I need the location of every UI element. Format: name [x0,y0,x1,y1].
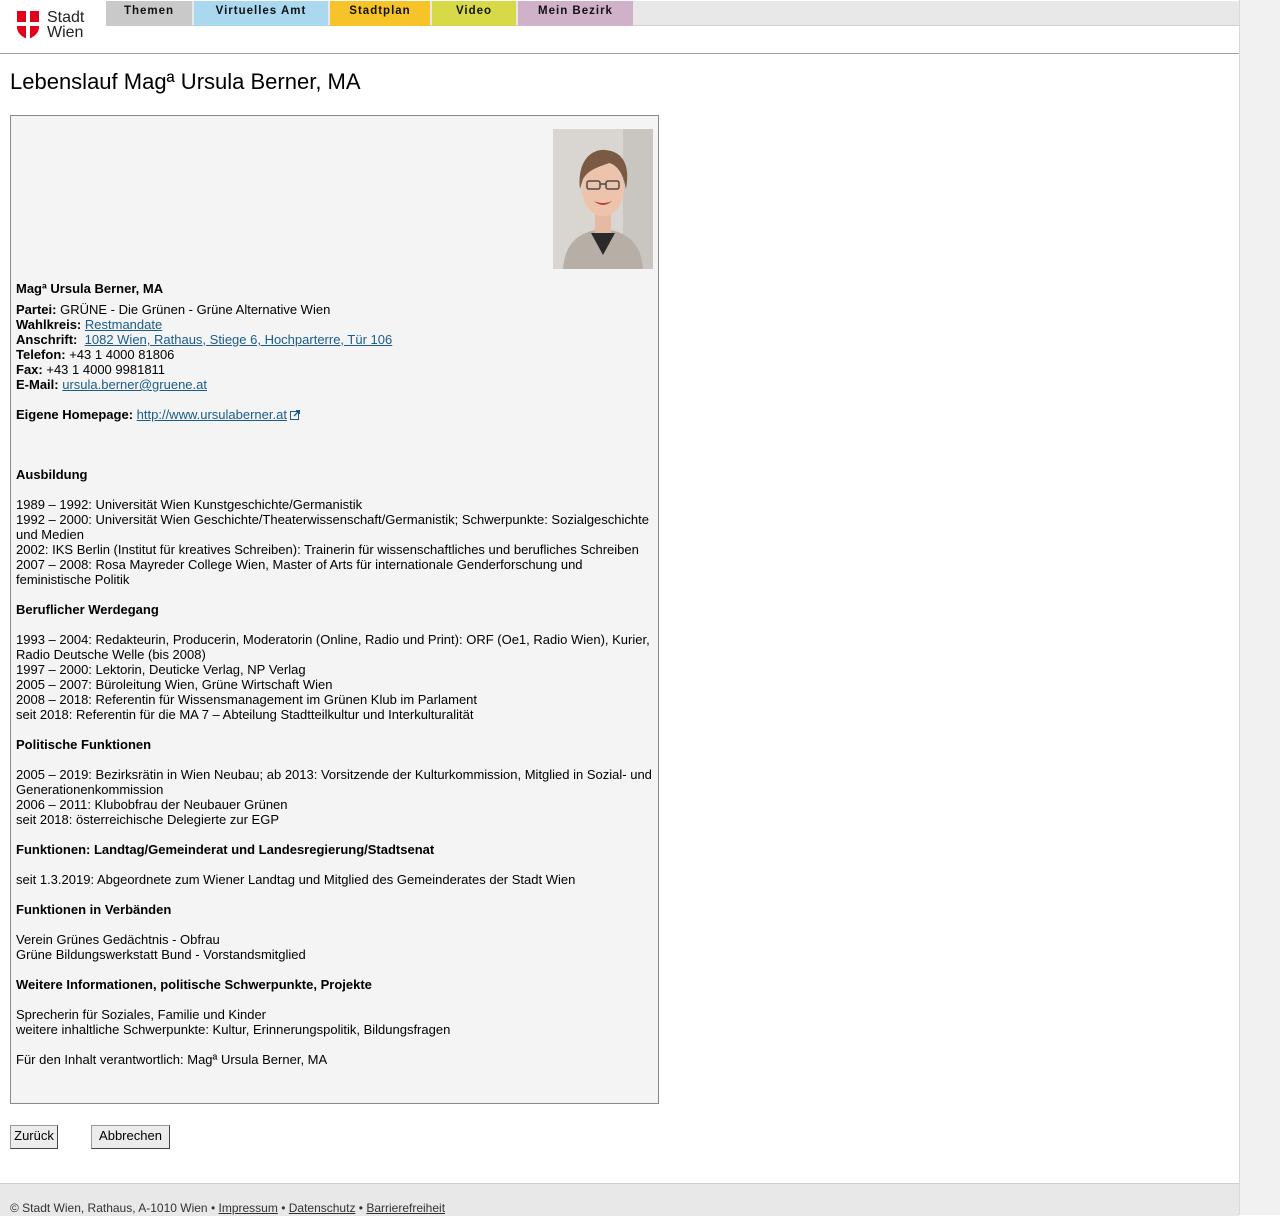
logo-text: Stadt Wien [47,9,85,41]
fax-value: +43 1 4000 9981811 [46,362,166,377]
cancel-button[interactable]: Abbrechen [91,1125,170,1149]
main-nav: Themen Virtuelles Amt Stadtplan Video Me… [106,1,1239,26]
tab-video[interactable]: Video [432,1,516,26]
section-weitere-title: Weitere Informationen, politische Schwer… [16,977,372,992]
email-row: E-Mail: ursula.berner@gruene.at [16,377,656,392]
telefon-row: Telefon: +43 1 4000 81806 [16,347,656,362]
ausbildung-item: 1989 – 1992: Universität Wien Kunstgesch… [16,497,363,512]
email-label: E-Mail: [16,377,59,392]
logo-line1: Stadt [47,9,85,26]
page: Stadt Wien Themen Virtuelles Amt Stadtpl… [0,0,1240,1216]
wahlkreis-row: Wahlkreis: Restmandate [16,317,656,332]
landtag-item: seit 1.3.2019: Abgeordnete zum Wiener La… [16,872,576,887]
back-button[interactable]: Zurück [10,1125,58,1149]
anschrift-link[interactable]: 1082 Wien, Rathaus, Stiege 6, Hochparter… [85,332,393,347]
wahlkreis-label: Wahlkreis: [16,317,82,332]
politik-item: 2005 – 2019: Bezirksrätin in Wien Neubau… [16,767,652,797]
weitere-item: weitere inhaltliche Schwerpunkte: Kultur… [16,1022,451,1037]
responsible-note: Für den Inhalt verantwortlich: Magª Ursu… [16,1052,328,1067]
logo-line2: Wien [47,24,84,41]
ausbildung-item: 1992 – 2000: Universität Wien Geschichte… [16,512,649,542]
footer-link-barrierefreiheit[interactable]: Barrierefreiheit [366,1201,445,1215]
homepage-link[interactable]: http://www.ursulaberner.at [137,407,287,422]
section-beruf-title: Beruflicher Werdegang [16,602,159,617]
anschrift-row: Anschrift: 1082 Wien, Rathaus, Stiege 6,… [16,332,656,347]
footer-link-datenschutz[interactable]: Datenschutz [289,1201,356,1215]
footer-separator: • [281,1201,286,1215]
partei-value: GRÜNE - Die Grünen - Grüne Alternative W… [60,302,331,317]
site-footer: © Stadt Wien, Rathaus, A-1010 Wien • Imp… [0,1183,1239,1216]
verbaende-item: Verein Grünes Gedächtnis - Obfrau [16,932,220,947]
wahlkreis-link[interactable]: Restmandate [85,317,162,332]
partei-label: Partei: [16,302,57,317]
politik-item: seit 2018: österreichische Delegierte zu… [16,812,280,827]
partei-row: Partei: GRÜNE - Die Grünen - Grüne Alter… [16,302,656,317]
telefon-value: +43 1 4000 81806 [69,347,175,362]
section-landtag-title: Funktionen: Landtag/Gemeinderat und Land… [16,842,435,857]
cv-content: Magª Ursula Berner, MA Partei: GRÜNE - D… [16,281,656,1067]
fax-row: Fax: +43 1 4000 9981811 [16,362,656,377]
anschrift-label: Anschrift: [16,332,78,347]
scrollbar[interactable] [1240,0,1280,1215]
beruf-item: 1997 – 2000: Lektorin, Deuticke Verlag, … [16,662,306,677]
homepage-row: Eigene Homepage: http://www.ursulaberner… [16,407,656,422]
footer-copyright: © Stadt Wien, Rathaus, A-1010 Wien [10,1201,208,1215]
tab-stadtplan[interactable]: Stadtplan [330,1,430,26]
footer-text: © Stadt Wien, Rathaus, A-1010 Wien • Imp… [10,1201,445,1215]
tab-themen[interactable]: Themen [106,1,192,26]
section-verbaende-title: Funktionen in Verbänden [16,902,172,917]
politik-item: 2006 – 2011: Klubobfrau der Neubauer Grü… [16,797,288,812]
portrait-image [553,129,653,269]
footer-separator: • [358,1201,363,1215]
email-link[interactable]: ursula.berner@gruene.at [62,377,207,392]
section-politik-title: Politische Funktionen [16,737,152,752]
page-title: Lebenslauf Magª Ursula Berner, MA [10,69,361,94]
homepage-label: Eigene Homepage: [16,407,134,422]
stadt-wien-logo[interactable]: Stadt Wien [17,9,92,41]
ausbildung-item: 2007 – 2008: Rosa Mayreder College Wien,… [16,557,583,587]
person-name: Magª Ursula Berner, MA [16,281,164,296]
cv-card: Magª Ursula Berner, MA Partei: GRÜNE - D… [10,115,659,1104]
portrait-photo [553,129,653,269]
weitere-item: Sprecherin für Soziales, Familie und Kin… [16,1007,267,1022]
telefon-label: Telefon: [16,347,66,362]
site-header: Stadt Wien Themen Virtuelles Amt Stadtpl… [0,0,1239,54]
section-ausbildung-title: Ausbildung [16,467,88,482]
beruf-item: 2008 – 2018: Referentin für Wissensmanag… [16,692,478,707]
footer-separator: • [210,1201,216,1215]
footer-link-impressum[interactable]: Impressum [219,1201,278,1215]
fax-label: Fax: [16,362,43,377]
beruf-item: seit 2018: Referentin für die MA 7 – Abt… [16,707,474,722]
external-link-icon[interactable] [289,410,300,420]
vienna-shield-icon [17,11,39,39]
beruf-item: 1993 – 2004: Redakteurin, Producerin, Mo… [16,632,650,662]
tab-mein-bezirk[interactable]: Mein Bezirk [518,1,633,26]
verbaende-item: Grüne Bildungswerkstatt Bund - Vorstands… [16,947,306,962]
ausbildung-item: 2002: IKS Berlin (Institut für kreatives… [16,542,639,557]
beruf-item: 2005 – 2007: Büroleitung Wien, Grüne Wir… [16,677,333,692]
tab-virtuelles-amt[interactable]: Virtuelles Amt [194,1,328,26]
